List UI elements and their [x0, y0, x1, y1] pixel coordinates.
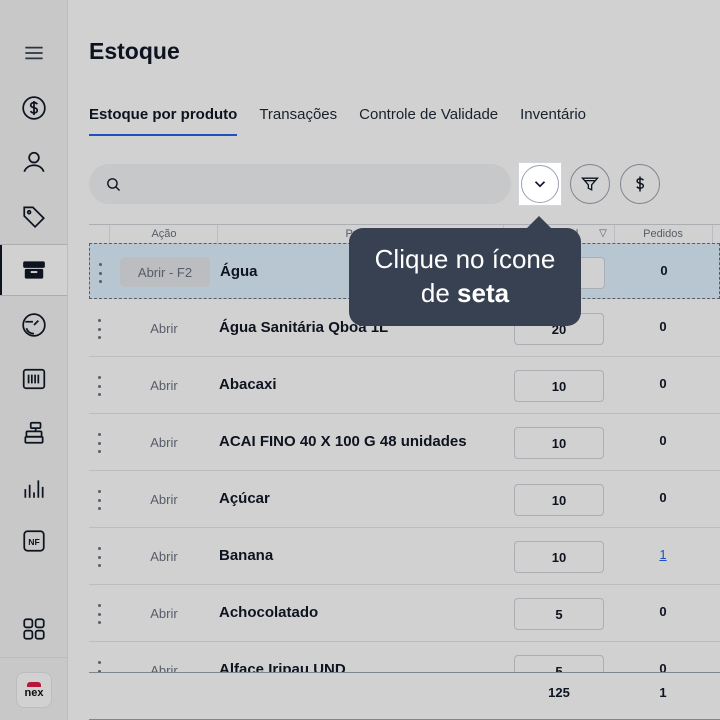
row-menu-icon[interactable] [96, 319, 102, 339]
main-content: Estoque Estoque por produto Transações C… [68, 0, 720, 720]
quantity-field[interactable]: 10 [514, 541, 604, 573]
table-row[interactable]: Abrir Açúcar 10 0 [89, 471, 720, 528]
table-row[interactable]: Abrir ACAI FINO 40 X 100 G 48 unidades 1… [89, 414, 720, 471]
user-icon[interactable] [0, 136, 67, 188]
tooltip-bold: seta [457, 278, 510, 308]
header-separator [217, 225, 218, 243]
tutorial-tooltip: Clique no ícone de seta [349, 216, 581, 326]
tag-icon[interactable] [0, 190, 67, 242]
search-icon [107, 177, 121, 191]
row-menu-icon[interactable] [96, 376, 102, 396]
sidebar: NF nex [0, 0, 68, 720]
nf-invoice-icon[interactable]: NF [0, 515, 67, 567]
open-button[interactable]: Abrir [119, 313, 209, 343]
gauge-icon[interactable] [0, 299, 67, 351]
expand-button[interactable] [521, 165, 559, 203]
table-row[interactable]: Abrir Achocolatado 5 0 [89, 585, 720, 642]
search-bar[interactable] [89, 164, 511, 204]
menu-icon[interactable] [0, 27, 67, 79]
filter-button[interactable] [570, 164, 610, 204]
svg-text:NF: NF [28, 537, 40, 547]
product-name: Banana [219, 547, 274, 564]
row-menu-icon[interactable] [96, 490, 102, 510]
table-row[interactable]: Abrir Abacaxi 10 0 [89, 357, 720, 414]
footer-total: 125 [548, 685, 570, 700]
tab-transacoes[interactable]: Transações [259, 106, 337, 136]
row-menu-icon[interactable] [96, 433, 102, 453]
brand-mark-icon [27, 681, 41, 687]
barcode-icon[interactable] [0, 353, 67, 405]
header-action: Ação [151, 228, 177, 240]
product-name: Abacaxi [219, 376, 277, 393]
sidebar-divider [0, 657, 68, 658]
tooltip-line-2: de seta [349, 276, 581, 310]
bar-chart-icon[interactable] [0, 462, 67, 514]
header-orders[interactable]: Pedidos [633, 228, 693, 240]
open-button[interactable]: Abrir [119, 598, 209, 628]
page-title: Estoque [89, 38, 180, 64]
row-menu-icon[interactable] [96, 547, 102, 567]
open-button[interactable]: Abrir [119, 541, 209, 571]
register-icon[interactable] [0, 407, 67, 459]
stock-box-icon[interactable] [0, 244, 67, 296]
tabs: Estoque por produto Transações Controle … [89, 106, 608, 136]
header-separator [614, 225, 615, 243]
table-row[interactable]: Abrir Banana 10 1 [89, 528, 720, 585]
orders-count: 0 [660, 263, 668, 278]
grid-apps-icon[interactable] [0, 603, 67, 655]
product-name: Achocolatado [219, 604, 319, 621]
tab-estoque-por-produto[interactable]: Estoque por produto [89, 106, 238, 136]
open-button[interactable]: Abrir [119, 427, 209, 457]
orders-count: 0 [659, 319, 667, 334]
tooltip-line-1: Clique no ícone [374, 244, 556, 274]
brand-logo[interactable]: nex [16, 672, 52, 708]
quantity-field[interactable]: 5 [514, 598, 604, 630]
tab-inventario[interactable]: Inventário [520, 106, 586, 136]
brand-name: nex [24, 686, 44, 699]
quantity-field[interactable]: 10 [514, 484, 604, 516]
open-button[interactable]: Abrir [119, 370, 209, 400]
orders-link[interactable]: 1 [633, 547, 693, 562]
price-button[interactable] [620, 164, 660, 204]
spotlight-expand-button[interactable] [518, 162, 562, 206]
open-button[interactable]: Abrir [119, 484, 209, 514]
product-name: ACAI FINO 40 X 100 G 48 unidades [219, 433, 467, 450]
footer-orders: 1 [659, 685, 667, 700]
table-footer: 125 1 [89, 672, 720, 720]
row-menu-icon[interactable] [96, 604, 102, 624]
header-separator [712, 225, 713, 243]
orders-count: 0 [659, 433, 667, 448]
orders-count: 0 [659, 490, 667, 505]
quantity-field[interactable]: 10 [514, 427, 604, 459]
dollar-circle-icon[interactable] [0, 82, 67, 134]
sort-triangle-icon[interactable]: ▽ [597, 228, 609, 239]
chevron-down-icon [534, 181, 546, 188]
filter-icon [581, 177, 599, 191]
orders-count: 0 [659, 376, 667, 391]
tooltip-prefix: de [420, 278, 450, 308]
open-button[interactable]: Abrir - F2 [120, 257, 210, 287]
search-input[interactable] [130, 166, 511, 202]
product-name: Açúcar [219, 490, 270, 507]
orders-count: 0 [659, 604, 667, 619]
row-menu-icon[interactable] [97, 263, 103, 283]
quantity-field[interactable]: 10 [514, 370, 604, 402]
tab-controle-de-validade[interactable]: Controle de Validade [359, 106, 498, 136]
product-name: Água [220, 263, 258, 280]
header-separator [109, 225, 110, 243]
dollar-icon [636, 176, 645, 192]
